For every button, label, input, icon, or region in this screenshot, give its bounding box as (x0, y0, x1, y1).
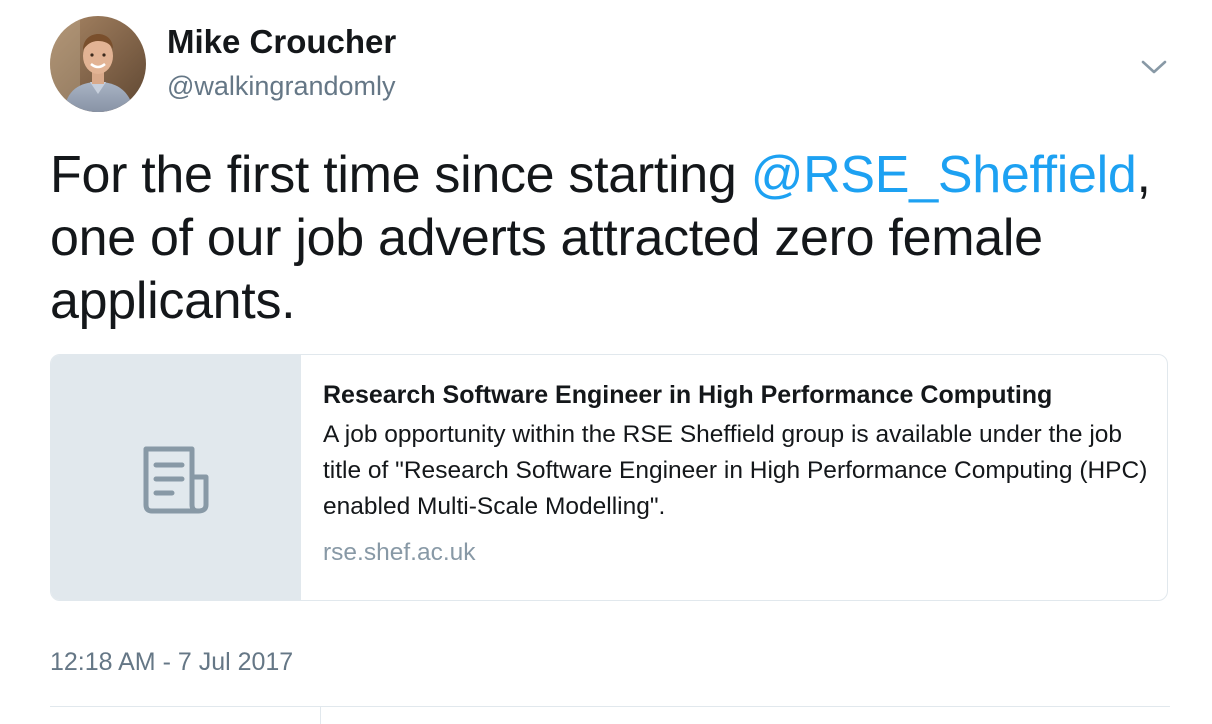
tweet-text: For the first time since starting @RSE_S… (50, 144, 1170, 333)
tweet-text-part1: For the first time since starting (50, 146, 751, 204)
mention-link[interactable]: @RSE_Sheffield (751, 146, 1137, 204)
avatar-photo (50, 16, 146, 112)
author-display-name[interactable]: Mike Croucher (167, 22, 396, 62)
card-title: Research Software Engineer in High Perfo… (323, 381, 1053, 409)
card-description: A job opportunity within the RSE Sheffie… (323, 421, 1148, 520)
card-body: Research Software Engineer in High Perfo… (323, 377, 1153, 571)
divider (50, 706, 1170, 707)
document-icon (143, 446, 209, 514)
tweet-timestamp[interactable]: 12:18 AM - 7 Jul 2017 (50, 644, 293, 680)
card-domain: rse.shef.ac.uk (323, 539, 476, 566)
author-handle[interactable]: @walkingrandomly (167, 68, 396, 104)
link-card[interactable]: Research Software Engineer in High Perfo… (50, 354, 1168, 601)
card-thumbnail (51, 355, 301, 600)
tweet-menu-button[interactable] (1136, 52, 1172, 82)
avatar[interactable] (50, 16, 146, 112)
chevron-down-icon (1141, 60, 1167, 74)
divider-vertical (320, 707, 321, 724)
